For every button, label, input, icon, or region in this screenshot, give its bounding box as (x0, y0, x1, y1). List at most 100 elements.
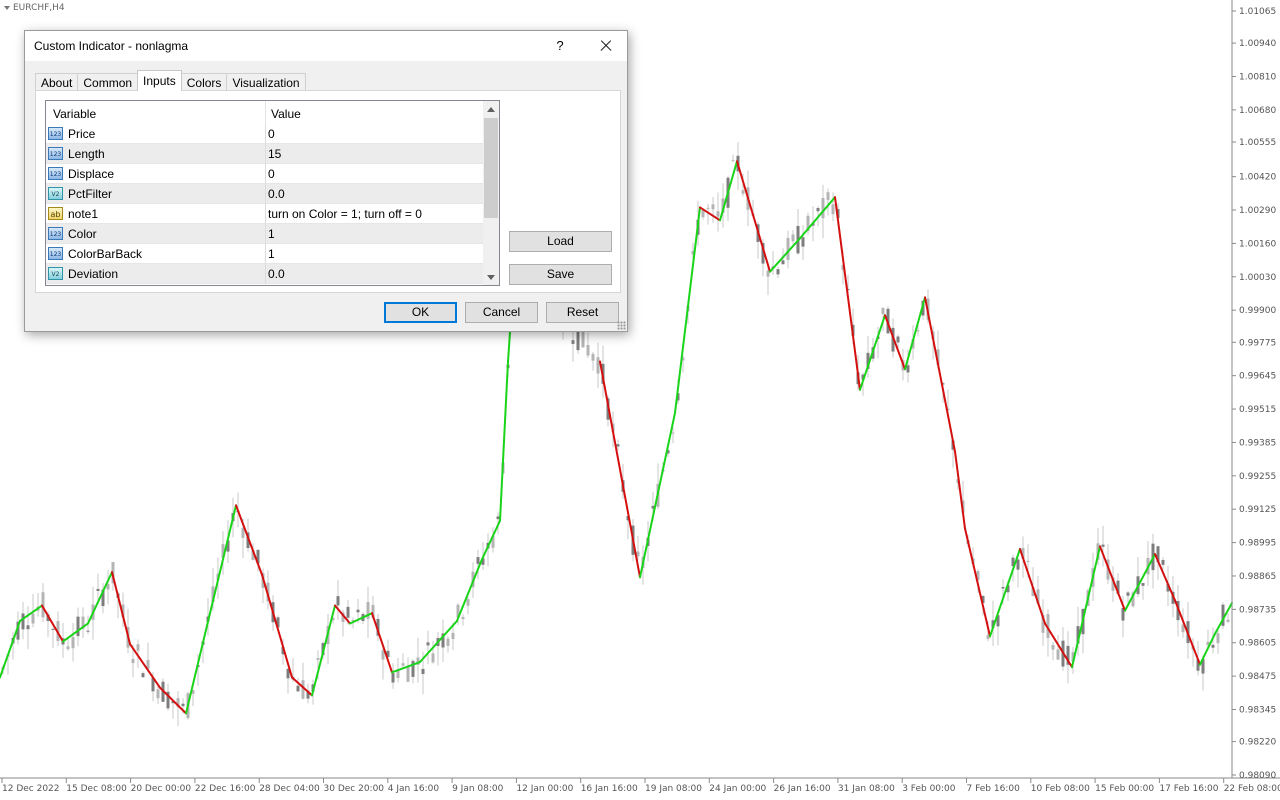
variable-name: Price (68, 127, 96, 141)
value-cell[interactable] (265, 204, 266, 224)
value-cell[interactable] (265, 264, 266, 284)
inputs-grid: Variable Value 123 Price 0 123 Length 15 123 Di… (45, 100, 500, 286)
input-row-pctfilter[interactable]: V2 PctFilter 0.0 (46, 184, 483, 204)
grid-scrollbar[interactable] (483, 101, 499, 285)
variable-value[interactable]: 0 (268, 167, 275, 181)
candle-body (421, 668, 425, 674)
tab-inputs[interactable]: Inputs (137, 70, 182, 91)
nonlagma-segment (481, 519, 501, 561)
candle-body (66, 646, 70, 650)
value-cell[interactable] (265, 124, 266, 144)
value-cell[interactable] (265, 164, 266, 184)
resize-grip-icon[interactable] (617, 321, 626, 330)
price-label: 0.99775 (1239, 338, 1276, 348)
tab-strip: About Common Inputs Colors Visualization (35, 70, 306, 91)
variable-value[interactable]: 1 (268, 247, 275, 261)
nonlagma-segment (0, 619, 21, 679)
candle-body (1211, 644, 1215, 648)
tab-common[interactable]: Common (77, 73, 139, 91)
input-row-colorbarback[interactable]: 123 ColorBarBack 1 (46, 244, 483, 264)
nonlagma-segment (1071, 545, 1101, 669)
scrollbar-thumb[interactable] (484, 118, 498, 218)
time-label: 15 Feb 00:00 (1095, 784, 1154, 794)
candle-body (596, 357, 600, 374)
candle-body (156, 689, 160, 699)
nonlagma-segment (674, 206, 701, 414)
candle-body (591, 353, 595, 361)
candle-body (881, 307, 885, 315)
column-header-variable[interactable]: Variable (53, 107, 96, 121)
price-label: 1.01065 (1239, 7, 1276, 17)
close-icon[interactable] (591, 35, 621, 57)
nonlagma-segment (371, 612, 393, 674)
candle-body (131, 659, 135, 664)
candle-body (1161, 560, 1165, 565)
candle-body (1226, 619, 1230, 622)
candle-body (1216, 633, 1220, 644)
candle-body (391, 673, 395, 683)
input-row-length[interactable]: 123 Length 15 (46, 144, 483, 164)
time-label: 30 Dec 20:00 (324, 784, 385, 794)
time-label: 26 Jan 16:00 (774, 784, 831, 794)
input-row-color[interactable]: 123 Color 1 (46, 224, 483, 244)
candle-body (141, 673, 145, 678)
help-button[interactable]: ? (547, 35, 573, 57)
candle-body (96, 588, 100, 591)
price-label: 0.98735 (1239, 605, 1276, 615)
variable-value[interactable]: turn on Color = 1; turn off = 0 (268, 207, 422, 221)
reset-button[interactable]: Reset (546, 302, 619, 323)
nonlagma-segment (736, 160, 771, 273)
tab-about[interactable]: About (35, 73, 79, 91)
value-cell[interactable] (265, 224, 266, 244)
candle-body (446, 638, 450, 646)
value-cell[interactable] (265, 244, 266, 264)
price-label: 0.99900 (1239, 306, 1276, 316)
candle-body (1051, 644, 1055, 650)
column-header-value[interactable]: Value (271, 107, 301, 121)
input-row-deviation[interactable]: V2 Deviation 0.0 (46, 264, 483, 284)
nonlagma-segment (904, 296, 926, 371)
variable-value[interactable]: 0.0 (268, 187, 285, 201)
time-label: 7 Feb 16:00 (967, 784, 1021, 794)
input-row-price[interactable]: 123 Price 0 (46, 124, 483, 144)
input-row-displace[interactable]: 123 Displace 0 (46, 164, 483, 184)
variable-value[interactable]: 0 (268, 127, 275, 141)
candle-body (296, 685, 300, 692)
int-type-icon: 123 (48, 227, 63, 240)
scroll-up-icon[interactable] (487, 107, 495, 112)
candle-body (406, 666, 410, 682)
variable-value[interactable]: 15 (268, 147, 281, 161)
scroll-down-icon[interactable] (487, 275, 495, 280)
nonlagma-segment (62, 622, 89, 643)
candle-body (831, 204, 835, 215)
tab-colors[interactable]: Colors (180, 73, 228, 91)
nonlagma-segment (235, 504, 263, 576)
input-row-note1[interactable]: ab note1 turn on Color = 1; turn off = 0 (46, 204, 483, 224)
candle-body (711, 204, 715, 210)
variable-value[interactable]: 1 (268, 227, 275, 241)
chart-symbol-label[interactable]: EURCHF,H4 (4, 3, 65, 13)
price-label: 1.00030 (1239, 273, 1276, 283)
candle-body (431, 653, 435, 663)
candle-body (731, 160, 735, 162)
nonlagma-segment (209, 504, 237, 615)
value-cell[interactable] (265, 144, 266, 164)
column-divider[interactable] (265, 101, 266, 124)
price-label: 0.99385 (1239, 438, 1276, 448)
candle-body (781, 260, 785, 265)
tab-visualization[interactable]: Visualization (226, 73, 306, 91)
load-button[interactable]: Load (509, 231, 612, 252)
value-cell[interactable] (265, 184, 266, 204)
ok-button[interactable]: OK (384, 302, 457, 323)
candle-body (801, 237, 805, 247)
nonlagma-segment (111, 571, 131, 646)
time-label: 4 Jan 16:00 (388, 784, 440, 794)
nonlagma-segment (884, 314, 906, 371)
nonlagma-segment (769, 237, 801, 273)
candle-body (741, 190, 745, 194)
time-label: 28 Dec 04:00 (259, 784, 320, 794)
save-button[interactable]: Save (509, 264, 612, 285)
dialog-title-bar[interactable]: Custom Indicator - nonlagma ? (25, 31, 627, 61)
variable-value[interactable]: 0.0 (268, 267, 285, 281)
cancel-button[interactable]: Cancel (465, 302, 538, 323)
